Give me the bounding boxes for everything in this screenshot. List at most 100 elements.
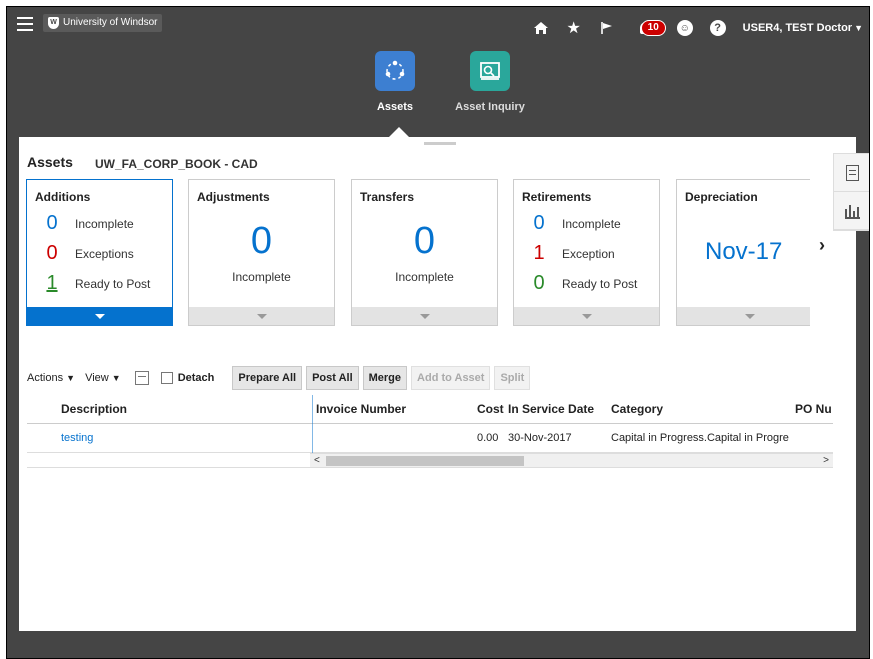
post-all-button[interactable]: Post All xyxy=(306,366,359,390)
analytics-tab[interactable] xyxy=(834,192,869,230)
col-category[interactable]: Category xyxy=(611,395,663,423)
cell-cost: 0.00 xyxy=(477,432,499,444)
home-icon[interactable] xyxy=(530,17,552,39)
app-asset-inquiry[interactable]: Asset Inquiry xyxy=(445,51,535,113)
count-label: Incomplete xyxy=(395,270,454,284)
table-bottom-border xyxy=(27,467,833,468)
caret-down-icon xyxy=(419,313,430,319)
count-label: Incomplete xyxy=(232,270,291,284)
scroll-right-icon[interactable]: > xyxy=(823,454,829,468)
bar-chart-icon xyxy=(845,203,860,219)
view-menu[interactable]: View ▼ xyxy=(85,372,121,384)
col-in-service-date[interactable]: In Service Date xyxy=(508,395,594,423)
card-expand-toggle[interactable] xyxy=(352,307,497,325)
card-retirements[interactable]: Retirements 0 Incomplete 1 Exception 0 R… xyxy=(513,179,660,326)
col-cost[interactable]: Cost xyxy=(477,395,504,423)
cell-description[interactable]: testing xyxy=(61,424,93,452)
retirements-exception[interactable]: 1 Exception xyxy=(514,242,659,265)
card-title: Retirements xyxy=(522,190,592,204)
panel-resize-handle[interactable] xyxy=(424,142,456,145)
help-icon[interactable]: ? xyxy=(707,17,729,39)
card-expand-toggle[interactable] xyxy=(27,307,172,325)
additions-exceptions[interactable]: 0 Exceptions xyxy=(27,242,172,265)
asset-inquiry-icon xyxy=(470,51,510,91)
detach-label: Detach xyxy=(177,372,215,384)
scrollbar-thumb[interactable] xyxy=(326,456,524,466)
star-icon[interactable]: ★ xyxy=(563,17,585,39)
app-assets[interactable]: Assets xyxy=(350,51,440,113)
additions-incomplete[interactable]: 0 Incomplete xyxy=(27,212,172,235)
detach-icon xyxy=(160,372,173,384)
col-description[interactable]: Description xyxy=(61,395,127,423)
card-additions[interactable]: Additions 0 Incomplete 0 Exceptions 1 Re… xyxy=(26,179,173,326)
merge-button[interactable]: Merge xyxy=(362,366,408,390)
notifications-button[interactable]: 10 xyxy=(629,17,666,39)
count-label: Ready to Post xyxy=(75,276,151,291)
flag-icon[interactable] xyxy=(596,17,618,39)
card-expand-toggle[interactable] xyxy=(189,307,334,325)
split-button[interactable]: Split xyxy=(494,366,531,390)
assets-icon xyxy=(375,51,415,91)
page-title: Assets xyxy=(27,154,73,170)
view-label: View xyxy=(85,372,109,384)
col-invoice-number[interactable]: Invoice Number xyxy=(316,395,406,423)
col-po-number[interactable]: PO Nu xyxy=(795,395,833,423)
logo-text: University of Windsor xyxy=(63,17,158,28)
document-icon xyxy=(846,164,859,181)
count-label: Ready to Post xyxy=(562,276,638,291)
caret-down-icon: ▼ xyxy=(111,373,121,383)
cell-category: Capital in Progress.Capital in Progres xyxy=(611,432,789,444)
retirements-ready-to-post[interactable]: 0 Ready to Post xyxy=(514,272,659,295)
card-title: Transfers xyxy=(360,190,415,204)
frozen-column-divider xyxy=(312,395,313,453)
card-title: Depreciation xyxy=(685,190,758,204)
retirements-incomplete[interactable]: 0 Incomplete xyxy=(514,212,659,235)
user-name: USER4, TEST Doctor xyxy=(742,22,853,34)
accessibility-icon[interactable]: ☺ xyxy=(674,17,696,39)
notification-badge: 10 xyxy=(640,20,666,36)
detach-button[interactable]: Detach xyxy=(160,372,215,384)
caret-down-icon xyxy=(256,313,267,319)
chevron-right-icon[interactable]: › xyxy=(819,235,825,256)
table-row[interactable]: testing 0.00 30-Nov-2017 Capital in Prog… xyxy=(27,424,833,453)
count: 1 xyxy=(46,272,58,294)
assets-panel: Assets UW_FA_CORP_BOOK - CAD Additions 0… xyxy=(19,137,856,631)
count-label: Incomplete xyxy=(75,216,134,231)
header-icons: ★ 10 ☺ ? USER4, TEST Doctor ▼ xyxy=(519,7,863,49)
cell-in-service-date: 30-Nov-2017 xyxy=(508,432,572,444)
notes-tab[interactable] xyxy=(834,154,869,192)
university-logo[interactable]: W University of Windsor xyxy=(43,14,163,32)
menu-icon[interactable] xyxy=(17,17,33,31)
add-to-asset-button[interactable]: Add to Asset xyxy=(411,366,491,390)
card-transfers[interactable]: Transfers 0 Incomplete xyxy=(351,179,498,326)
query-by-example-icon[interactable] xyxy=(134,371,149,385)
count-label: Exception xyxy=(562,246,615,261)
app-label: Asset Inquiry xyxy=(455,101,525,113)
card-depreciation[interactable]: Depreciation Nov-17 xyxy=(676,179,823,326)
actions-menu[interactable]: Actions ▼ xyxy=(27,372,75,384)
user-menu[interactable]: USER4, TEST Doctor ▼ xyxy=(743,22,863,34)
count-label: Exceptions xyxy=(75,246,134,261)
selected-app-pointer xyxy=(389,127,409,137)
card-title: Additions xyxy=(35,190,91,204)
side-panel-tabs xyxy=(833,153,869,231)
caret-down-icon xyxy=(94,313,105,319)
depreciation-period: Nov-17 xyxy=(705,238,783,265)
table-header: Description Invoice Number Cost In Servi… xyxy=(27,395,833,424)
count: 0 xyxy=(46,212,58,234)
card-expand-toggle[interactable] xyxy=(514,307,659,325)
scroll-left-icon[interactable]: < xyxy=(314,454,320,468)
prepare-all-button[interactable]: Prepare All xyxy=(232,366,303,390)
additions-ready-to-post[interactable]: 1 Ready to Post xyxy=(27,272,172,295)
app-label: Assets xyxy=(376,101,414,113)
count: 0 xyxy=(46,242,58,264)
horizontal-scrollbar[interactable]: < > xyxy=(310,453,833,468)
count: 0 xyxy=(250,220,273,262)
card-adjustments[interactable]: Adjustments 0 Incomplete xyxy=(188,179,335,326)
card-expand-toggle[interactable] xyxy=(677,307,822,325)
count: 0 xyxy=(413,220,436,262)
caret-down-icon xyxy=(581,313,592,319)
app-frame: W University of Windsor ★ 10 ☺ ? USER4, … xyxy=(6,6,870,659)
count: 0 xyxy=(533,212,545,234)
caret-down-icon xyxy=(744,313,755,319)
